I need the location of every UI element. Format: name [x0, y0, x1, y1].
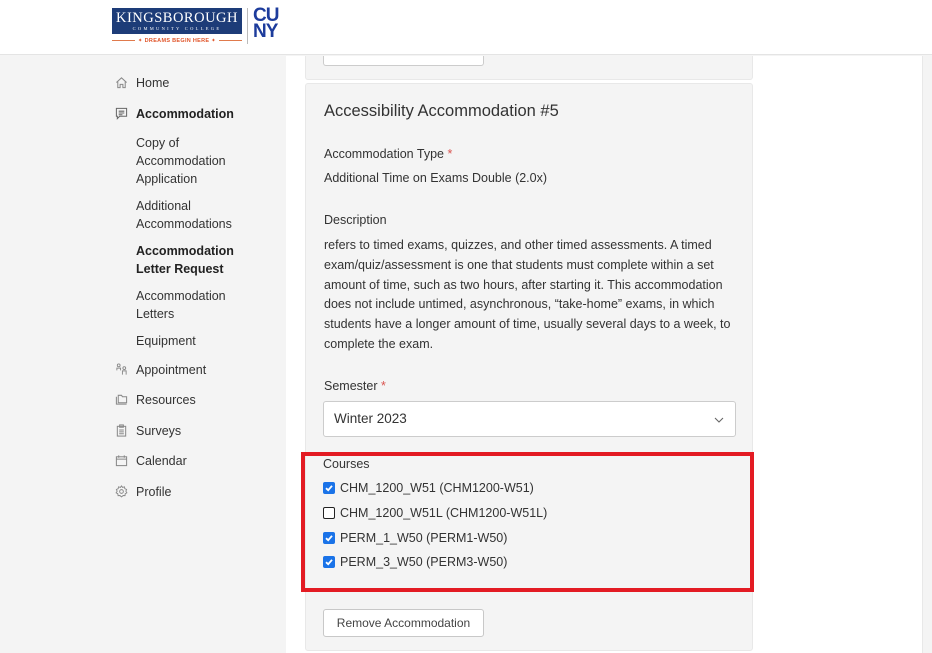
previous-remove-button[interactable]	[323, 56, 484, 66]
sidebar-subitem-additional-accommodations[interactable]: Additional Accommodations	[136, 197, 246, 233]
accommodation-type-label: Accommodation Type *	[324, 147, 453, 161]
description-label: Description	[324, 213, 387, 227]
sidebar-item-accommodation[interactable]: Accommodation	[113, 105, 234, 123]
people-icon	[113, 361, 129, 377]
sidebar-item-resources[interactable]: Resources	[113, 391, 196, 409]
semester-label: Semester *	[324, 379, 386, 393]
sidebar-item-label: Calendar	[136, 454, 187, 468]
sidebar-item-label: Accommodation	[136, 107, 234, 121]
header: KINGSBOROUGH COMMUNITY COLLEGE ✦ DREAMS …	[0, 0, 932, 55]
logo-tagline: ✦ DREAMS BEGIN HERE ✦	[137, 37, 217, 44]
scroll-gutter	[922, 56, 932, 653]
card-title: Accessibility Accommodation #5	[324, 102, 559, 120]
college-logo[interactable]: KINGSBOROUGH COMMUNITY COLLEGE ✦ DREAMS …	[112, 5, 279, 46]
courses-highlight-box	[301, 452, 754, 592]
sidebar-subitem-letter-request[interactable]: Accommodation Letter Request	[136, 242, 246, 278]
logo-college-sub: COMMUNITY COLLEGE	[132, 26, 222, 31]
required-marker: *	[380, 379, 386, 393]
required-marker: *	[447, 147, 453, 161]
description-text: refers to timed exams, quizzes, and othe…	[324, 238, 731, 351]
logo-college-name: KINGSBOROUGH	[115, 10, 238, 26]
sidebar-item-surveys[interactable]: Surveys	[113, 422, 181, 440]
sidebar-item-label: Home	[136, 76, 170, 90]
chevron-down-icon	[714, 417, 724, 423]
sidebar-item-profile[interactable]: Profile	[113, 483, 171, 501]
folder-icon	[113, 391, 129, 407]
cuny-logo: CU NY	[253, 5, 279, 42]
previous-accommodation-card	[305, 56, 753, 80]
semester-selected-value: Winter 2023	[334, 411, 407, 426]
sidebar-item-home[interactable]: Home	[113, 74, 169, 92]
sidebar-subitem-letters[interactable]: Accommodation Letters	[136, 287, 246, 323]
sidebar-item-label: Appointment	[136, 363, 207, 377]
gear-icon	[113, 483, 129, 499]
sidebar-subitem-equipment[interactable]: Equipment	[136, 332, 246, 350]
kingsborough-logo: KINGSBOROUGH COMMUNITY COLLEGE ✦ DREAMS …	[112, 8, 243, 45]
home-icon	[113, 74, 129, 90]
logo-divider	[247, 8, 248, 44]
calendar-icon	[113, 452, 129, 468]
accommodation-type-value: Additional Time on Exams Double (2.0x)	[324, 171, 548, 185]
semester-select[interactable]: Winter 2023	[323, 401, 736, 437]
sidebar-item-label: Profile	[136, 485, 172, 499]
sidebar-item-label: Surveys	[136, 424, 182, 438]
message-list-icon	[113, 105, 129, 121]
sidebar-item-calendar[interactable]: Calendar	[113, 452, 187, 470]
sidebar-item-label: Resources	[136, 393, 196, 407]
clipboard-icon	[113, 422, 129, 438]
remove-accommodation-button[interactable]: Remove Accommodation	[323, 609, 484, 637]
sidebar-subitem-copy-of-application[interactable]: Copy of Accommodation Application	[136, 134, 246, 188]
sidebar-item-appointment[interactable]: Appointment	[113, 361, 206, 379]
